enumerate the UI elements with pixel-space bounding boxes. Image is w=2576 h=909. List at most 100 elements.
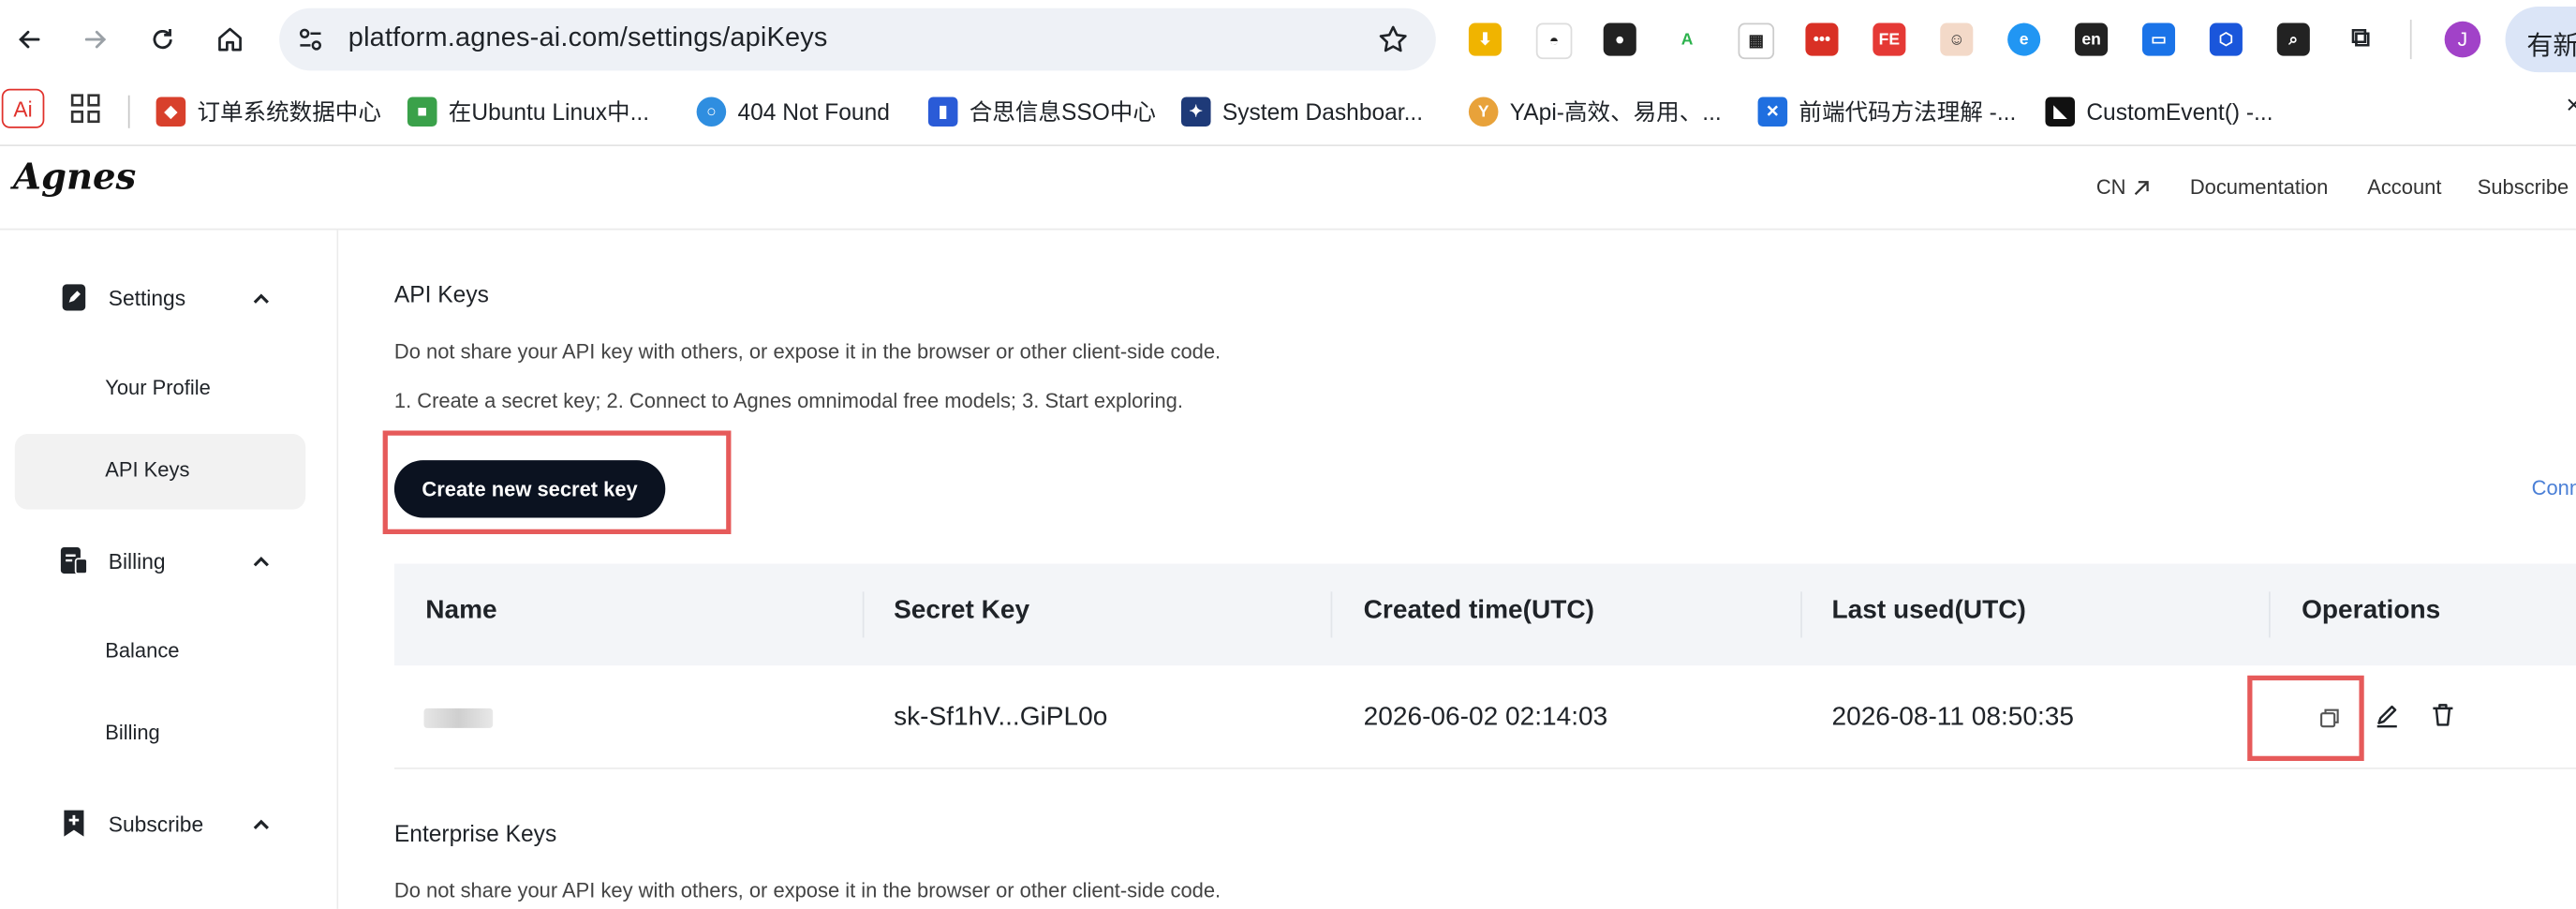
main-content: API Keys Do not share your API key with … (338, 230, 2576, 909)
created-time-cell: 2026-06-02 02:14:03 (1363, 703, 1608, 732)
address-bar[interactable]: platform.agnes-ai.com/settings/apiKeys (279, 7, 1436, 71)
edit-pencil-icon[interactable] (2374, 702, 2400, 728)
key-name-redacted (423, 708, 494, 728)
column-divider (2268, 591, 2271, 638)
annotation-highlight-copy (2247, 675, 2364, 762)
sidebar-group-billing[interactable]: Billing (59, 543, 166, 579)
bookmark-label: 在Ubuntu Linux中... (448, 98, 650, 126)
delete-trash-icon[interactable] (2430, 702, 2456, 728)
sidebar-item-your-profile[interactable]: Your Profile (15, 351, 305, 427)
bookmark-item[interactable]: ✦ System Dashboar... (1180, 92, 1424, 131)
agnes-logo[interactable]: Agnes (13, 156, 136, 200)
column-divider (862, 591, 865, 638)
sidebar-item-billing[interactable]: Billing (15, 697, 305, 773)
forward-button[interactable] (72, 17, 118, 63)
sidebar-item-label: Billing (105, 721, 160, 745)
site-settings-icon[interactable] (296, 24, 326, 54)
a-extension-icon[interactable]: A (1670, 22, 1704, 56)
column-divider (1330, 591, 1333, 638)
search-extension-icon[interactable]: ⌕ (2276, 22, 2310, 56)
forward-arrow-icon (84, 30, 107, 49)
column-divider (1800, 591, 1802, 638)
sidebar-item-label: API Keys (105, 458, 190, 482)
en-extension-icon[interactable]: en (2075, 22, 2109, 56)
bookmark-favicon-icon: ◣ (2045, 97, 2076, 127)
circle-extension-icon[interactable]: e (2007, 22, 2041, 56)
chevron-up-icon[interactable] (250, 813, 274, 837)
ai-badge-icon[interactable]: Ai (1, 88, 45, 128)
back-arrow-icon (19, 30, 40, 49)
dots-extension-icon[interactable]: ••• (1805, 22, 1839, 56)
reload-button[interactable] (140, 17, 185, 63)
chevron-up-icon[interactable] (250, 551, 274, 574)
column-header-secret-key: Secret Key (894, 596, 1030, 625)
bookmark-label: 前端代码方法理解 -... (1799, 98, 2017, 126)
chevron-up-icon[interactable] (250, 288, 274, 311)
column-header-name: Name (425, 596, 497, 625)
sidebar-group-label: Billing (108, 547, 166, 574)
bookmark-favicon-icon: ✕ (1757, 97, 1788, 127)
connect-link[interactable]: Conn (2532, 477, 2576, 500)
url-text: platform.agnes-ai.com/settings/apiKeys (348, 22, 828, 53)
language-label: CN (2095, 175, 2126, 200)
bookmarks-bar: Ai ◆ 订单系统数据中心 ■ 在Ubuntu Linux中... ○ 404 Not… (0, 79, 2576, 147)
sidebar-item-balance[interactable]: Balance (15, 615, 305, 691)
settings-sidebar: Settings Your Profile API Keys Billing B… (0, 230, 339, 909)
qr-extension-icon[interactable]: ▦ (1738, 22, 1775, 60)
external-arrow-icon (2134, 180, 2149, 195)
sidebar-item-label: Your Profile (105, 376, 211, 400)
api-keys-steps: 1. Create a secret key; 2. Connect to Ag… (393, 389, 1183, 413)
download-extension-icon[interactable]: ⬇ (1468, 22, 1502, 56)
new-update-button[interactable]: 有新 (2505, 7, 2576, 73)
subscribe-icon (64, 810, 84, 837)
apps-grid-icon[interactable] (70, 94, 100, 124)
create-secret-key-button[interactable]: Create new secret key (393, 460, 666, 518)
bookmark-item[interactable]: ◣ CustomEvent() -... (2045, 92, 2273, 131)
bookmark-item[interactable]: ■ 在Ubuntu Linux中... (407, 92, 649, 131)
bookmark-item[interactable]: ✕ 前端代码方法理解 -... (1757, 92, 2017, 131)
column-header-operations: Operations (2302, 596, 2441, 625)
bookmark-star-icon[interactable] (1377, 23, 1410, 56)
toolbar-divider (2409, 20, 2412, 60)
recorder-extension-icon[interactable]: ● (1603, 22, 1636, 56)
sidebar-item-api-keys[interactable]: API Keys (14, 434, 306, 510)
sidebar-group-label: Subscribe (108, 811, 204, 836)
hex-extension-icon[interactable]: ⬡ (2209, 22, 2243, 56)
mask-extension-icon[interactable]: ◓ (1535, 22, 1573, 60)
nav-account[interactable]: Account (2367, 176, 2441, 200)
nav-documentation[interactable]: Documentation (2190, 176, 2328, 200)
bookmarks-overflow-icon[interactable]: × (2566, 92, 2576, 122)
avatar-extension-icon[interactable]: ☺ (1940, 22, 1974, 56)
nav-subscribe[interactable]: Subscribe (2478, 176, 2569, 200)
sidebar-group-subscribe[interactable]: Subscribe (59, 805, 203, 842)
bookmark-favicon-icon: ◆ (155, 97, 186, 127)
table-header: Name Secret Key Created time(UTC) Last u… (393, 563, 2576, 666)
bookmark-favicon-icon: Y (1468, 97, 1499, 127)
bookmark-label: YApi-高效、易用、... (1509, 98, 1722, 126)
screen-extension-icon[interactable]: ▭ (2141, 22, 2176, 56)
bookmark-favicon-icon: ✦ (1180, 97, 1211, 127)
profile-avatar[interactable]: J (2444, 21, 2481, 58)
bookmark-label: CustomEvent() -... (2086, 98, 2273, 126)
bookmark-item[interactable]: ○ 404 Not Found (696, 92, 890, 131)
billing-icon (60, 547, 88, 574)
secret-key-cell: sk-Sf1hV...GiPL0o (894, 703, 1108, 732)
bookmarks-separator (127, 95, 130, 128)
bookmark-item[interactable]: ▮ 合思信息SSO中心 (927, 92, 1156, 131)
column-header-created: Created time(UTC) (1363, 596, 1595, 625)
api-keys-title: API Keys (393, 280, 489, 307)
bookmark-label: System Dashboar... (1221, 98, 1424, 126)
sidebar-group-settings[interactable]: Settings (59, 279, 185, 316)
back-button[interactable] (7, 17, 52, 63)
bookmark-label: 合思信息SSO中心 (969, 98, 1156, 126)
app-header: Agnes CN Documentation Account Subscribe (0, 146, 2576, 231)
home-button[interactable] (207, 17, 253, 63)
bookmark-item[interactable]: Y YApi-高效、易用、... (1468, 92, 1722, 131)
bookmark-item[interactable]: ◆ 订单系统数据中心 (155, 92, 381, 131)
browser-toolbar: platform.agnes-ai.com/settings/apiKeys ⬇… (0, 0, 2576, 80)
language-switch[interactable]: CN (2095, 175, 2153, 200)
extensions-puzzle-icon[interactable]: ⧉ (2344, 22, 2377, 56)
bookmark-favicon-icon: ■ (407, 97, 437, 127)
fe-extension-icon[interactable]: FE (1873, 22, 1906, 56)
api-keys-description: Do not share your API key with others, o… (393, 340, 1221, 364)
